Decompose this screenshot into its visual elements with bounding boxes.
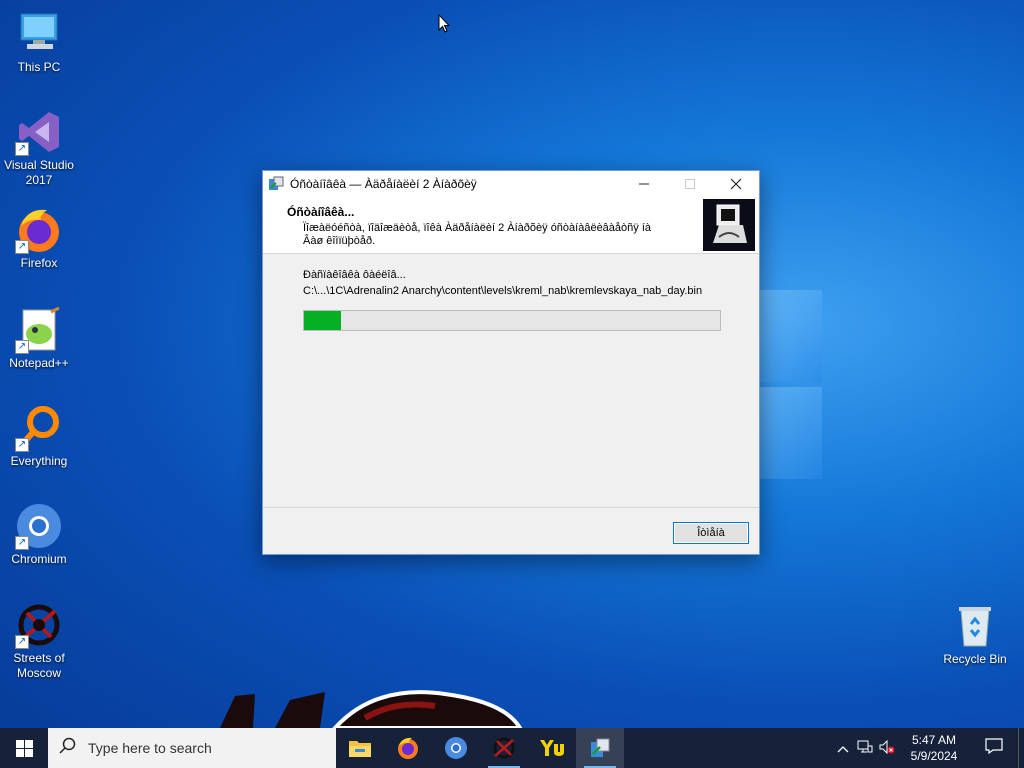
shortcut-arrow-icon: ↗: [15, 536, 29, 550]
close-icon: [730, 178, 742, 189]
desktop-icon-label: This PC: [17, 60, 61, 74]
chromium-icon: [445, 737, 467, 759]
desktop-icon-label: Notepad++: [9, 356, 69, 370]
windows-start-icon: [15, 739, 33, 757]
status-label: Ðàñïàêîâêà ôàéëîâ...: [303, 269, 406, 281]
dialog-header: Óñòàíîâêà... Ïîæàëóéñòà, ïîäîæäèòå, ïîêà…: [263, 196, 759, 254]
visual-studio-icon: ↗: [15, 108, 63, 156]
taskbar-chromium[interactable]: [432, 728, 480, 768]
mouse-cursor-icon: [438, 14, 450, 33]
dialog-footer: Îòìåíà: [263, 508, 759, 554]
cancel-button[interactable]: Îòìåíà: [673, 522, 749, 544]
clock-date: 5/9/2024: [910, 749, 958, 763]
desktop-icon-label: Chromium: [11, 552, 67, 566]
shortcut-arrow-icon: ↗: [15, 340, 29, 354]
system-tray: 5:47 AM 5/9/2024: [832, 728, 1024, 768]
taskbar-installer[interactable]: [576, 728, 624, 768]
volume-muted-icon[interactable]: [876, 739, 898, 757]
folder-icon: [349, 741, 371, 757]
computer-icon: [15, 10, 63, 58]
desktop-icon-label: Firefox: [20, 256, 58, 270]
start-button[interactable]: [0, 728, 48, 768]
firefox-icon: ↗: [15, 206, 63, 254]
desktop-icon-everything[interactable]: ↗ Everything: [1, 404, 77, 469]
installer-dialog: Óñòàíîâêà — Àäðåíàëèí 2 Àíàðõèÿ Óñòàíîâê…: [262, 170, 760, 555]
header-subtitle: Ïîæàëóéñòà, ïîäîæäèòå, ïîêà Àäðåíàëèí 2 …: [303, 222, 652, 247]
desktop-icon-visual-studio[interactable]: ↗ Visual Studio 2017: [1, 108, 77, 188]
taskbar-search-box[interactable]: Type here to search: [48, 728, 336, 768]
desktop-icon-label: Streets of Moscow: [13, 651, 65, 680]
everything-search-icon: ↗: [15, 404, 63, 452]
action-center-button[interactable]: [970, 737, 1018, 759]
taskbar-clock[interactable]: 5:47 AM 5/9/2024: [898, 732, 970, 764]
install-progress-bar: [303, 310, 721, 331]
installer-computer-icon: [703, 199, 755, 251]
desktop-icon-firefox[interactable]: ↗ Firefox: [1, 206, 77, 271]
desktop-icon-label: Recycle Bin: [943, 652, 1007, 666]
firefox-icon: [398, 737, 418, 759]
desktop-icon-notepad-plus-plus[interactable]: ↗ Notepad++: [1, 306, 77, 371]
dialog-content: Ðàñïàêîâêà ôàéëîâ... C:\...\1C\Adrenalin…: [263, 254, 759, 508]
taskbar-streets-of-moscow[interactable]: [480, 728, 528, 768]
shortcut-arrow-icon: ↗: [15, 635, 29, 649]
desktop-icon-label: Visual Studio 2017: [4, 158, 74, 187]
search-placeholder: Type here to search: [88, 740, 212, 756]
close-button[interactable]: [713, 171, 759, 196]
streets-of-moscow-icon: [493, 737, 515, 759]
dialog-titlebar[interactable]: Óñòàíîâêà — Àäðåíàëèí 2 Àíàðõèÿ: [263, 171, 759, 196]
shortcut-arrow-icon: ↗: [15, 438, 29, 452]
wallpaper-graffiti-art: [220, 690, 523, 728]
show-desktop-button[interactable]: [1018, 728, 1024, 768]
desktop-icon-this-pc[interactable]: This PC: [1, 10, 77, 75]
chromium-icon: ↗: [15, 502, 63, 550]
search-icon: [48, 737, 88, 760]
recycle-bin-icon: [951, 602, 999, 650]
dialog-title: Óñòàíîâêà — Àäðåíàëèí 2 Àíàðõèÿ: [290, 176, 477, 191]
network-icon[interactable]: [854, 740, 876, 757]
desktop-icon-label: Everything: [10, 454, 68, 468]
taskbar: Type here to search 5:47 AM 5/9/2024: [0, 728, 1024, 768]
minimize-button[interactable]: [621, 171, 667, 196]
installer-app-icon: [591, 738, 610, 757]
desktop-icon-chromium[interactable]: ↗ Chromium: [1, 502, 77, 567]
progress-fill: [304, 311, 342, 330]
maximize-button[interactable]: [667, 171, 713, 196]
header-title: Óñòàíîâêà...: [287, 205, 355, 219]
show-hidden-icons-chevron-icon[interactable]: [832, 741, 854, 756]
shortcut-arrow-icon: ↗: [15, 240, 29, 254]
notification-icon: [985, 737, 1003, 754]
clock-time: 5:47 AM: [911, 733, 957, 747]
installer-app-icon: [268, 176, 284, 192]
taskbar-yu-app[interactable]: [528, 728, 576, 768]
desktop-icon-recycle-bin[interactable]: Recycle Bin: [937, 602, 1013, 667]
streets-of-moscow-icon: ↗: [15, 601, 63, 649]
shortcut-arrow-icon: ↗: [15, 142, 29, 156]
yu-app-icon: [540, 740, 564, 756]
desktop-icon-streets-of-moscow[interactable]: ↗ Streets of Moscow: [1, 601, 77, 681]
notepad-plus-plus-icon: ↗: [15, 306, 63, 354]
current-file-path: C:\...\1C\Adrenalin2 Anarchy\content\lev…: [303, 285, 703, 297]
taskbar-file-explorer[interactable]: [336, 728, 384, 768]
taskbar-firefox[interactable]: [384, 728, 432, 768]
